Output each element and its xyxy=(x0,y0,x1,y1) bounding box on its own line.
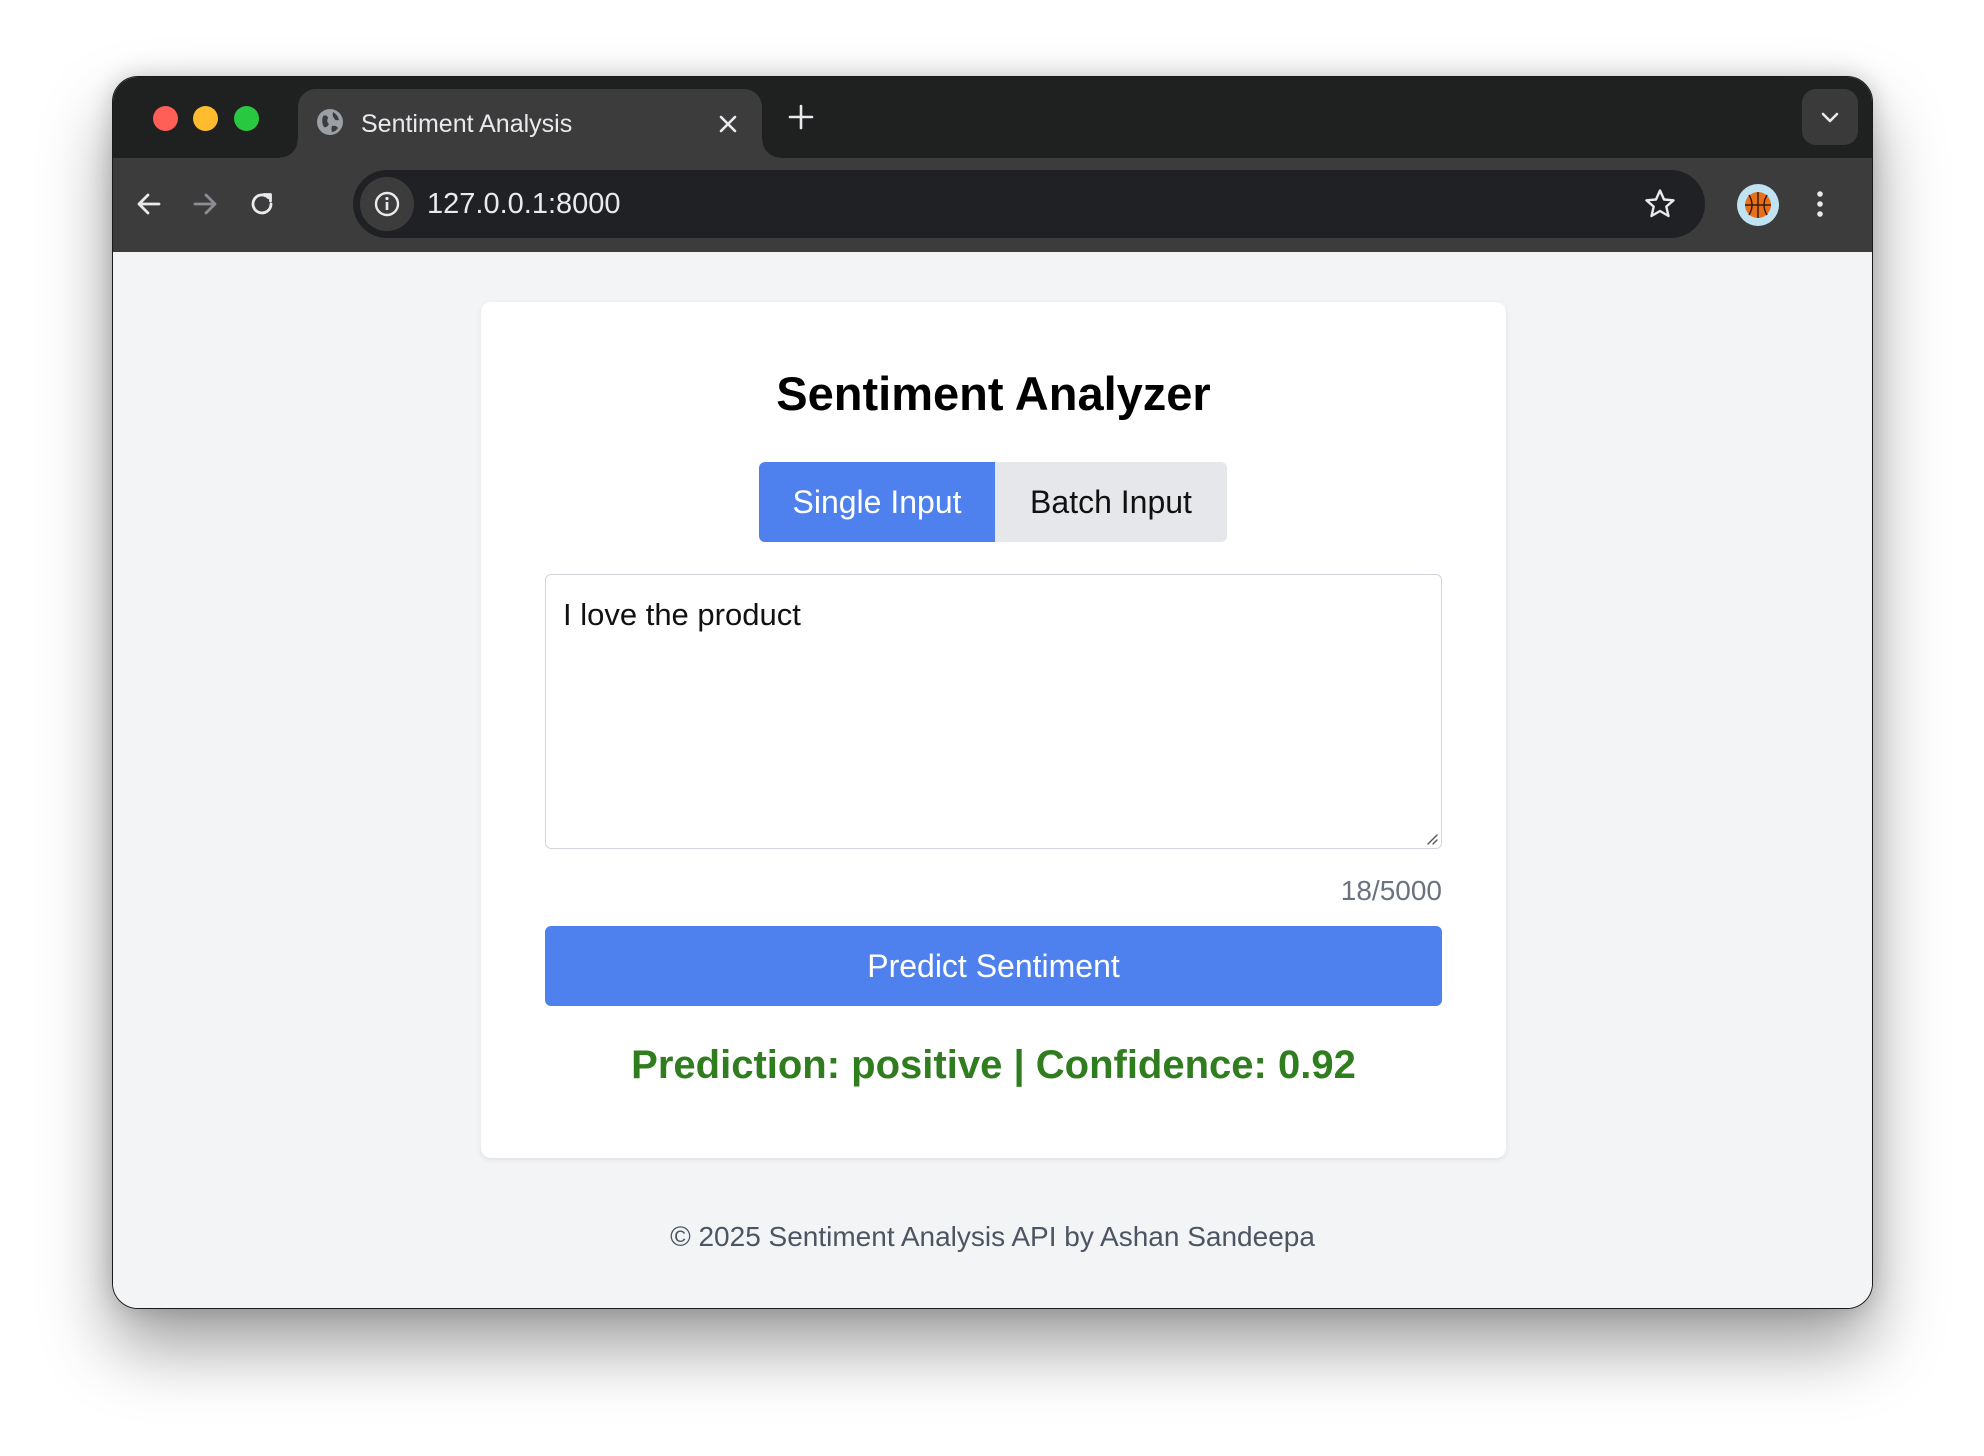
browser-tab[interactable]: Sentiment Analysis xyxy=(280,89,780,158)
minimize-window-button[interactable] xyxy=(193,106,218,131)
tab-title: Sentiment Analysis xyxy=(361,110,573,138)
tab-strip: Sentiment Analysis xyxy=(113,77,1872,158)
info-icon xyxy=(374,191,400,217)
tab-list-button[interactable] xyxy=(1802,89,1858,145)
close-icon[interactable] xyxy=(716,112,740,136)
resize-handle-icon[interactable] xyxy=(1424,831,1438,845)
basketball-avatar-icon xyxy=(1745,192,1771,218)
reload-button[interactable] xyxy=(244,186,280,222)
back-button[interactable] xyxy=(131,186,167,222)
forward-button[interactable] xyxy=(187,186,223,222)
browser-toolbar: 127.0.0.1:8000 xyxy=(113,158,1872,252)
input-mode-tabs: Single Input Batch Input xyxy=(759,462,1227,542)
predict-sentiment-button[interactable]: Predict Sentiment xyxy=(545,926,1442,1006)
char-counter: 18/5000 xyxy=(1340,875,1442,906)
profile-avatar[interactable] xyxy=(1737,184,1779,226)
tab-batch-input[interactable]: Batch Input xyxy=(995,462,1227,542)
globe-icon xyxy=(317,109,343,135)
browser-window: Sentiment Analysis 127.0.0.1:8000 Sentim… xyxy=(112,76,1873,1309)
footer-text: © 2025 Sentiment Analysis API by Ashan S… xyxy=(670,1221,1315,1252)
prediction-result: Prediction: positive | Confidence: 0.92 xyxy=(631,1043,1356,1087)
tab-single-input[interactable]: Single Input xyxy=(759,462,995,542)
chevron-down-icon xyxy=(1821,112,1839,123)
bookmark-star-icon[interactable] xyxy=(1643,187,1677,221)
page-title: Sentiment Analyzer xyxy=(776,367,1211,420)
page-content: Sentiment Analyzer Single Input Batch In… xyxy=(113,252,1872,1308)
close-window-button[interactable] xyxy=(153,106,178,131)
analyzer-card: Sentiment Analyzer Single Input Batch In… xyxy=(481,302,1506,1158)
url-text[interactable]: 127.0.0.1:8000 xyxy=(427,187,621,221)
site-info-button[interactable] xyxy=(360,177,414,231)
address-bar[interactable]: 127.0.0.1:8000 xyxy=(353,170,1705,238)
text-input[interactable]: I love the product xyxy=(545,574,1442,849)
kebab-menu-icon[interactable] xyxy=(1802,186,1838,222)
new-tab-button[interactable] xyxy=(787,103,815,131)
maximize-window-button[interactable] xyxy=(234,106,259,131)
